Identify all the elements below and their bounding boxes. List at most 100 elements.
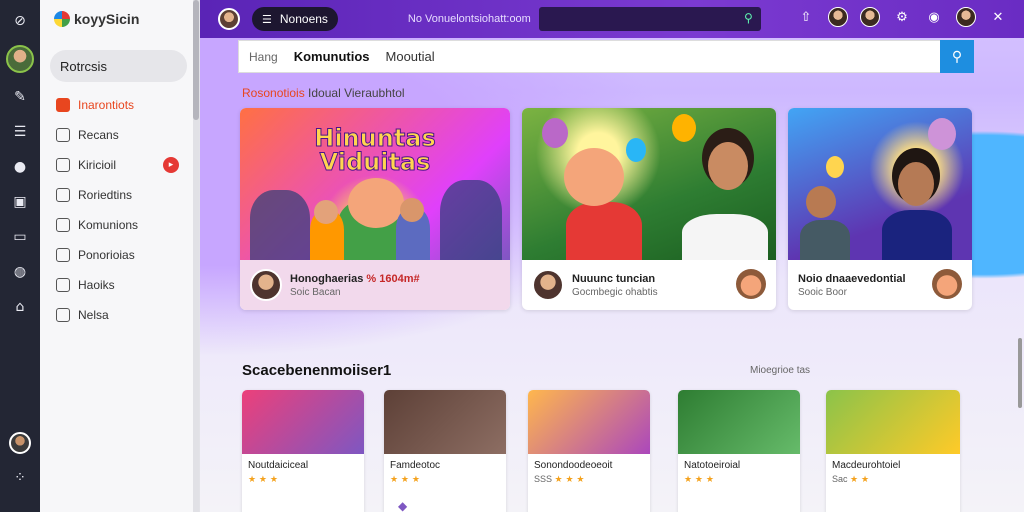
sidebar-item-3[interactable]: Kiricioil ▸ [40,150,199,180]
reaction-face-icon [932,269,962,299]
video-card[interactable]: Sonondoodeoeoit SSS ★ ★ ★ [528,390,650,512]
sidebar-item-2[interactable]: Recans [40,120,199,150]
featured-heading: Rosonotiois Idoual Vieraubhtol [242,86,405,100]
woman [682,214,768,260]
sidebar-item-label: Nelsa [78,308,109,322]
home-icon[interactable]: ⌂ [9,296,31,318]
top-search-input[interactable]: ⚲ [538,7,761,31]
featured-card[interactable]: Noio dnaaevedontial Sooic Boor [788,108,972,310]
search-bar[interactable]: Hang Komunutios Mooutial ⚲ [238,40,974,73]
woman-head [708,142,748,190]
apps-icon[interactable]: ⁘ [9,467,31,489]
video-thumbnail[interactable]: Hinuntas Viduitas [240,108,510,260]
video-meta: Sac [832,474,848,484]
video-title[interactable]: Macdeurohtoiel [826,454,960,471]
rating-stars: ★ ★ ★ [684,475,714,485]
video-thumbnail[interactable] [522,108,776,260]
page-icon [56,308,70,322]
pen-icon[interactable]: ✎ [9,86,31,108]
video-thumbnail[interactable] [242,390,364,454]
help-icon[interactable]: ◍ [9,261,31,283]
user-avatar[interactable] [6,45,34,73]
record-icon[interactable]: ◉ [924,7,944,27]
balloon [542,118,568,148]
search-button[interactable]: ⚲ [940,40,974,73]
video-card[interactable]: Macdeurohtoiel Sac ★ ★ [826,390,960,512]
sidebar-item-5[interactable]: Komunions [40,210,199,240]
video-thumbnail[interactable] [678,390,800,454]
main-scroll-thumb[interactable] [1018,338,1022,408]
video-title[interactable]: Natotoeiroial [678,454,800,471]
sidebar-item-label: Haoiks [78,278,115,292]
channel-avatar[interactable] [250,269,282,301]
sidebar-item-label: Ponorioias [78,248,135,262]
contact-avatar[interactable] [828,7,848,27]
video-thumbnail[interactable] [384,390,506,454]
balloon [626,138,646,162]
sidebar-scrollbar[interactable] [193,0,199,512]
sidebar-item-8[interactable]: Nelsa [40,300,199,330]
video-thumbnail[interactable] [788,108,972,260]
video-title[interactable]: Famdeotoc [384,454,506,471]
character-head [564,148,624,206]
top-avatar[interactable] [218,8,240,30]
main-scrollbar[interactable] [1018,38,1024,512]
video-title[interactable]: Noutdaiciceal [242,454,364,471]
sidebar-item-4[interactable]: Roriedtins [40,180,199,210]
section-title: Scacebenenmoiiser1 [242,362,392,379]
menu-button[interactable]: ☰ Nonoens [252,7,338,31]
boy [800,220,850,260]
menu-icon: ☰ [262,12,272,26]
book-icon[interactable]: ▣ [9,191,31,213]
featured-card[interactable]: Hinuntas Viduitas Honoghaerias % 1604m# … [240,108,510,310]
search-chip[interactable]: Hang [249,50,278,64]
sidebar-item-label: Kiricioil [78,158,117,172]
sidebar-item-active[interactable]: Rotrcsis [50,50,187,82]
video-meta: Gocmbegic ohabtis [572,286,658,298]
video-card[interactable]: Natotoeiroial ★ ★ ★ [678,390,800,512]
contact-avatar-2[interactable] [860,7,880,27]
menu-button-label: Nonoens [279,12,328,26]
video-title[interactable]: Honoghaerias [290,273,363,285]
monitor-icon[interactable]: ▭ [9,226,31,248]
sidebar-item-label: Komunions [78,218,139,232]
video-card[interactable]: Noutdaiciceal ★ ★ ★ [242,390,364,512]
video-thumbnail[interactable] [528,390,650,454]
play-icon[interactable]: ◆ [384,485,506,512]
clip-icon [56,188,70,202]
child-head [400,198,424,222]
profile-avatar[interactable] [9,432,31,454]
search-icon[interactable]: ⚲ [744,11,753,25]
chat-icon[interactable]: ● [9,156,31,178]
video-meta: Soic Bacan [290,286,341,298]
balloon [928,118,956,150]
search-query: Komunutios [293,49,370,64]
upload-icon[interactable]: ⇧ [796,7,816,27]
settings-icon[interactable]: ⚙ [892,7,912,27]
list-icon[interactable]: ☰ [9,121,31,143]
bookmark-icon [56,278,70,292]
video-icon [56,158,70,172]
featured-card[interactable]: Nuuunc tuncian Gocmbegic ohabtis [522,108,776,310]
brand-logo-icon [54,11,70,27]
close-icon[interactable]: ✕ [988,7,1008,27]
see-all-link[interactable]: Mioegrioe tas [750,365,810,376]
sidebar-scroll-thumb[interactable] [193,0,199,120]
video-thumbnail[interactable] [826,390,960,454]
sidebar-item-6[interactable]: Ponorioias [40,240,199,270]
sidebar-item-1[interactable]: Inarontiots [40,90,199,120]
video-title[interactable]: Nuuunc tuncian [572,273,658,285]
settings-icon[interactable]: ⊘ [9,10,31,32]
account-avatar[interactable] [956,7,976,27]
top-actions: ⇧ ⚙ ◉ ✕ [784,7,1008,27]
video-title[interactable]: Sonondoodeoeoit [528,454,650,471]
sidebar-item-7[interactable]: Haoiks [40,270,199,300]
sidebar-item-label: Recans [78,128,119,142]
featured-heading-text: Idoual Vieraubhtol [308,86,405,100]
brand[interactable]: koyySicin [40,0,199,38]
rating-stars: ★ ★ ★ [554,475,585,485]
channel-avatar[interactable] [532,269,564,301]
video-title[interactable]: Noio dnaaevedontial [798,273,906,285]
video-card[interactable]: Famdeotoc ★ ★ ★ ◆ [384,390,506,512]
character [566,202,642,260]
